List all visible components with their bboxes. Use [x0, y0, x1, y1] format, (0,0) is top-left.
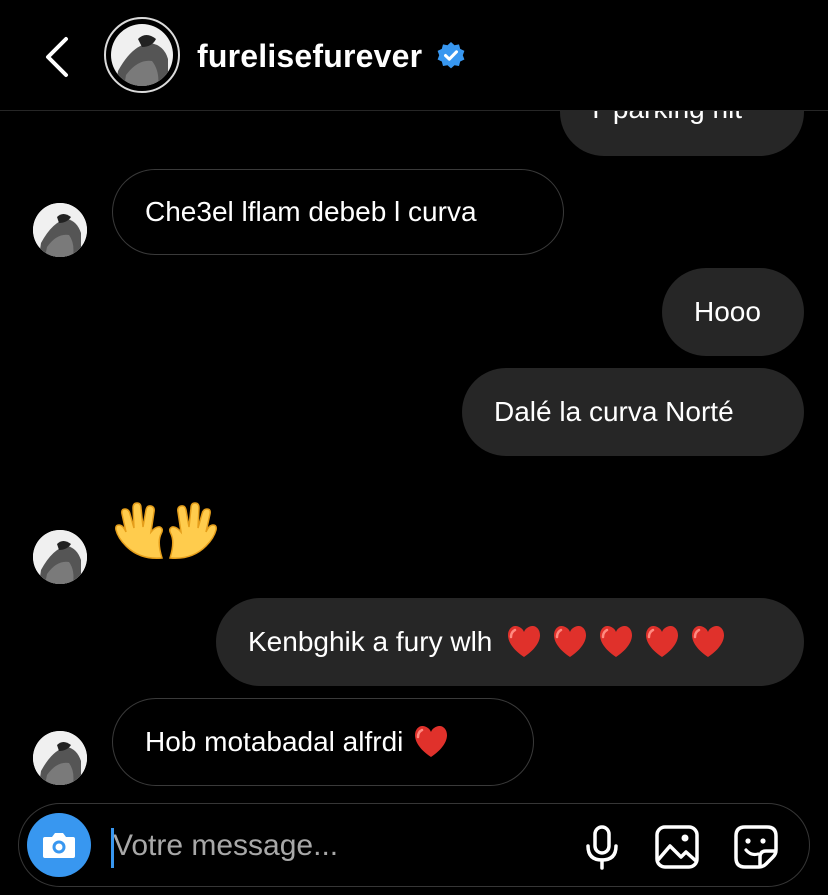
message-bubble-outgoing[interactable]: Kenbghik a fury wlh [216, 598, 804, 686]
red-heart-icon [600, 625, 633, 657]
message-bubble-outgoing[interactable]: Dalé la curva Norté [462, 368, 804, 456]
sender-avatar[interactable] [33, 203, 87, 257]
message-text: Dalé la curva Norté [494, 396, 734, 427]
message-text: Hob motabadal alfrdi [145, 726, 404, 757]
message-text: Hooo [694, 296, 761, 327]
message-thread: I' parking hit Che3el lflam debeb l curv… [0, 0, 828, 895]
message-bubble-outgoing[interactable]: Hooo [662, 268, 804, 356]
sender-avatar[interactable] [33, 530, 87, 584]
text-cursor [111, 828, 114, 868]
message-bubble-incoming[interactable]: Hob motabadal alfrdi [112, 698, 534, 786]
red-heart-icon [646, 625, 679, 657]
message-bubble-incoming[interactable]: Che3el lflam debeb l curva [112, 169, 564, 255]
profile-avatar[interactable] [104, 17, 180, 93]
waving-hands-emoji-icon[interactable] [110, 500, 222, 564]
username[interactable]: furelisefurever [197, 36, 422, 76]
back-chevron-icon[interactable] [40, 36, 72, 78]
microphone-icon[interactable] [579, 824, 625, 870]
chat-header: furelisefurever [0, 0, 828, 111]
camera-icon[interactable] [27, 813, 91, 877]
red-heart-icon [415, 725, 448, 757]
message-text: Che3el lflam debeb l curva [145, 196, 477, 227]
hearts-row [492, 625, 726, 659]
verified-badge-icon [437, 42, 465, 69]
red-heart-icon [508, 625, 541, 657]
red-heart-icon [554, 625, 587, 657]
message-input[interactable] [111, 818, 555, 874]
message-text: Kenbghik a fury wlh [248, 626, 493, 657]
message-composer [18, 803, 810, 887]
red-heart-icon [692, 625, 725, 657]
sticker-icon[interactable] [733, 824, 779, 870]
sender-avatar[interactable] [33, 731, 87, 785]
gallery-icon[interactable] [654, 824, 700, 870]
